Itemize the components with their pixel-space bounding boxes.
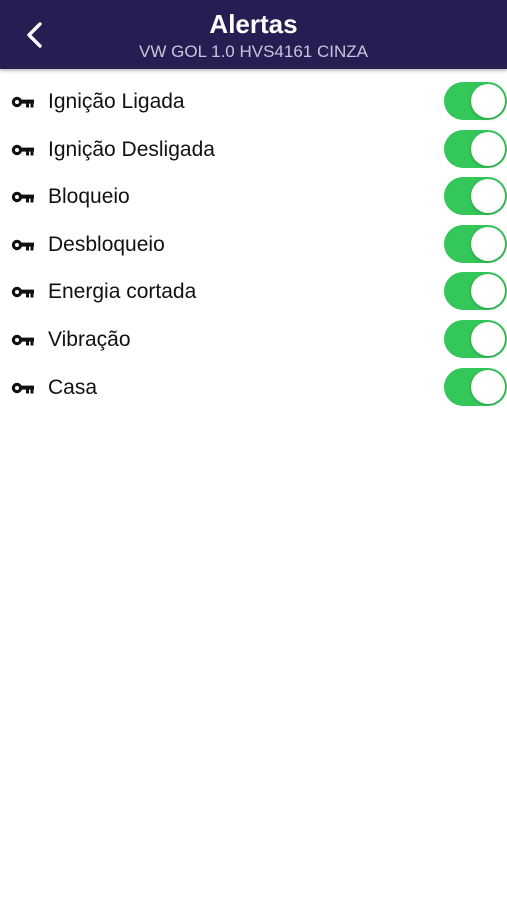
- toggle-knob: [471, 179, 505, 214]
- key-icon: [11, 95, 35, 109]
- key-icon: [11, 333, 35, 347]
- alert-label: Ignição Desligada: [48, 137, 215, 161]
- toggle-knob: [471, 131, 505, 166]
- alert-row: Energia cortada: [0, 269, 507, 317]
- toggle-knob: [471, 226, 505, 261]
- alert-row: Bloqueio: [0, 174, 507, 222]
- alert-row: Casa: [0, 365, 507, 413]
- toggle-knob: [471, 369, 505, 404]
- key-icon: [11, 285, 35, 299]
- header-bar: Alertas VW GOL 1.0 HVS4161 CINZA: [0, 0, 507, 69]
- key-icon: [11, 190, 35, 204]
- alert-label: Ignição Ligada: [48, 90, 185, 113]
- alert-label: Desbloqueio: [48, 232, 165, 256]
- toggle-knob: [471, 84, 505, 118]
- alert-label: Casa: [48, 375, 98, 399]
- alert-row: Ignição Ligada: [0, 79, 507, 127]
- alert-label: Energia cortada: [48, 280, 197, 304]
- alert-toggle[interactable]: [444, 367, 507, 406]
- vehicle-subtitle: VW GOL 1.0 HVS4161 CINZA: [139, 42, 368, 61]
- alert-toggle[interactable]: [444, 129, 507, 168]
- alert-label: Vibração: [48, 327, 131, 351]
- alert-toggle[interactable]: [444, 82, 507, 120]
- key-icon: [11, 381, 35, 395]
- toggle-knob: [471, 321, 505, 356]
- alert-toggle[interactable]: [444, 319, 507, 358]
- page-title: Alertas: [209, 9, 298, 39]
- key-icon: [11, 238, 35, 252]
- key-icon: [11, 143, 35, 157]
- alert-toggle[interactable]: [444, 177, 507, 216]
- alert-label: Bloqueio: [48, 185, 130, 209]
- alert-row: Desbloqueio: [0, 222, 507, 270]
- toggle-knob: [471, 274, 505, 309]
- alert-row: Ignição Desligada: [0, 127, 507, 175]
- alert-toggle[interactable]: [444, 224, 507, 263]
- alert-toggle[interactable]: [444, 272, 507, 311]
- alerts-list: Ignição Ligada Ignição Desligada Bloquei…: [0, 79, 507, 412]
- alert-row: Vibração: [0, 317, 507, 365]
